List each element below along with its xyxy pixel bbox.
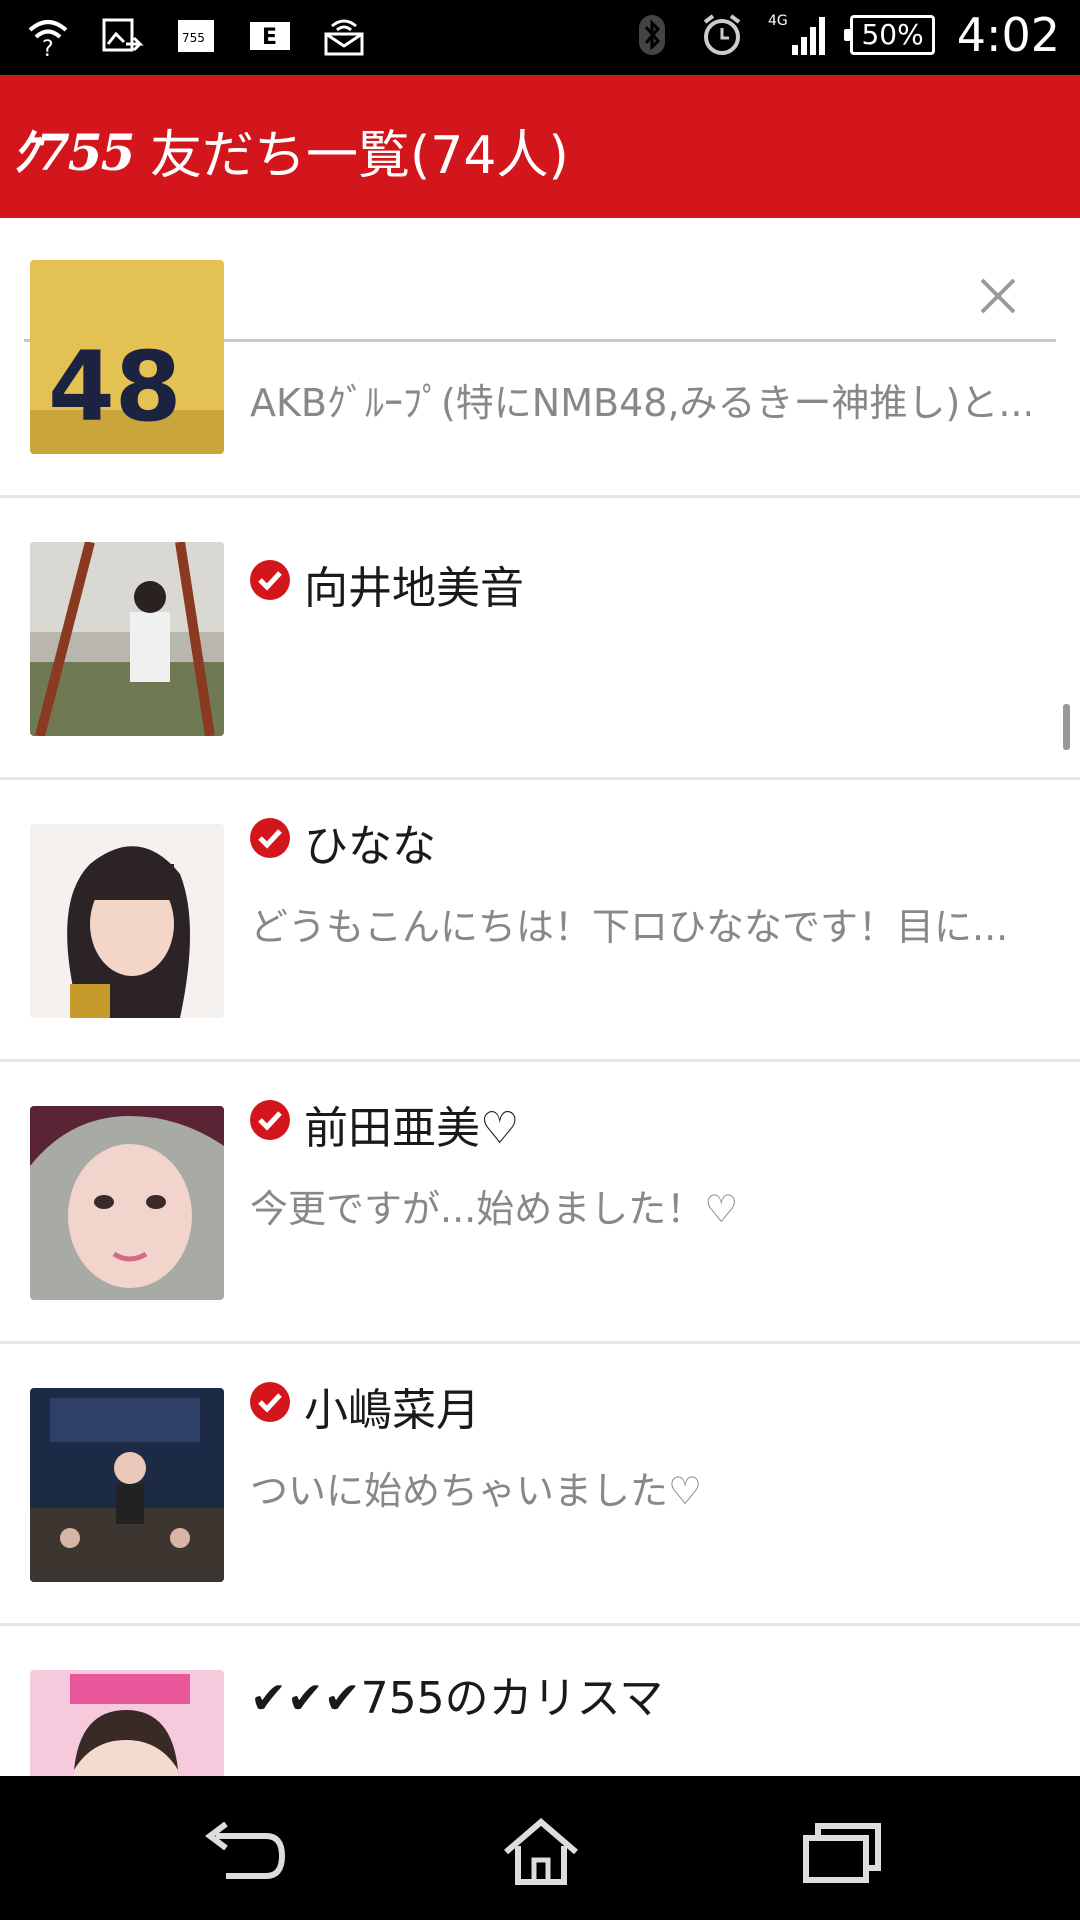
image-share-icon [98, 12, 146, 60]
friend-name: 小嶋菜月 [304, 1385, 480, 1436]
755-notification-icon: 755 [172, 12, 220, 60]
list-item[interactable]: 前田亜美♡ 今更ですが...始めました！♡ [0, 1062, 1080, 1344]
alarm-icon [698, 11, 746, 59]
svg-text:E: E [262, 25, 277, 50]
list-item[interactable]: 48 AKBｸﾞﾙｰﾌﾟ(特にNMB48,みるきー神推し)と... [0, 260, 1080, 498]
list-item[interactable]: ひなな どうもこんにちは！下ロひななです！目に... [0, 780, 1080, 1062]
status-bar-right: 4G 50% 4:02 [628, 8, 1060, 62]
friend-name: ひなな [304, 821, 436, 872]
friend-description: ついに始めちゃいました♡ [250, 1469, 703, 1513]
scrollbar-thumb[interactable] [1063, 704, 1070, 750]
battery-indicator: 50% [844, 15, 935, 55]
avatar [30, 1106, 224, 1300]
page-title: 友だち一覧(74人) [150, 126, 569, 186]
bluetooth-icon [628, 11, 676, 59]
svg-text:48: 48 [48, 331, 182, 443]
avatar [30, 1388, 224, 1582]
friend-name: ✔✔✔755のカリスマ [250, 1673, 664, 1724]
list-item[interactable]: 向井地美音 [0, 498, 1080, 780]
avatar: 48 [30, 260, 224, 454]
wifi-question-icon: ? [24, 12, 72, 60]
status-bar: ? 755 E 4G 50% 4:02 [0, 0, 1080, 75]
search-input[interactable] [154, 262, 954, 332]
friend-description: どうもこんにちは！下ロひななです！目に... [250, 905, 1009, 949]
avatar [30, 1670, 224, 1776]
friend-name: 向井地美音 [304, 563, 524, 614]
verified-check-icon [250, 560, 290, 600]
avatar [30, 824, 224, 1018]
recent-apps-icon[interactable] [796, 1816, 886, 1886]
verified-check-icon [250, 1382, 290, 1422]
list-item[interactable]: 小嶋菜月 ついに始めちゃいました♡ [0, 1344, 1080, 1626]
friend-list: 48 AKBｸﾞﾙｰﾌﾟ(特にNMB48,みるきー神推し)と... 向井地美音 … [0, 260, 1080, 1776]
e-app-icon: E [246, 12, 294, 60]
svg-text:?: ? [42, 37, 54, 58]
status-bar-left: ? 755 E [24, 12, 368, 60]
close-icon[interactable] [976, 274, 1020, 318]
back-icon[interactable] [196, 1816, 286, 1886]
app-header: ｸ755 友だち一覧(74人) [0, 75, 1080, 218]
verified-check-icon [250, 818, 290, 858]
verified-check-icon [250, 1100, 290, 1140]
avatar [30, 542, 224, 736]
home-icon[interactable] [496, 1816, 586, 1886]
app-logo[interactable]: ｸ755 [12, 113, 135, 185]
network-type-label: 4G [768, 13, 788, 29]
friend-description: AKBｸﾞﾙｰﾌﾟ(特にNMB48,みるきー神推し)と... [250, 381, 1030, 425]
clock: 4:02 [956, 8, 1060, 62]
list-item[interactable]: ✔✔✔755のカリスマ [0, 1626, 1080, 1776]
svg-text:755: 755 [182, 31, 205, 45]
navigation-bar [0, 1776, 1080, 1920]
friend-name: 前田亜美♡ [304, 1103, 520, 1154]
friend-list-screen: 48 AKBｸﾞﾙｰﾌﾟ(特にNMB48,みるきー神推し)と... 向井地美音 … [0, 218, 1080, 1776]
wifi-hotspot-icon [320, 12, 368, 60]
friend-description: 今更ですが...始めました！♡ [250, 1187, 739, 1231]
signal-icon: 4G [768, 11, 828, 59]
